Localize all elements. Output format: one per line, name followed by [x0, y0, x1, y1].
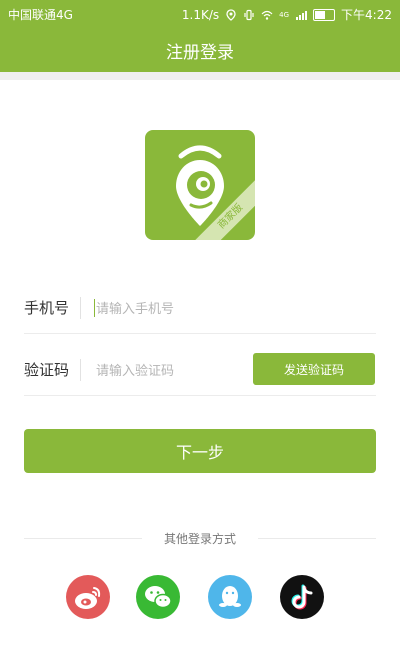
location-icon — [226, 8, 236, 21]
vibrate-icon — [244, 9, 254, 20]
page-title: 注册登录 — [166, 42, 234, 63]
code-input[interactable] — [94, 355, 258, 387]
code-divider — [80, 359, 81, 381]
network-badge: 4G — [279, 10, 290, 19]
status-bar: 中国联通4G 1.1K/s 4G 下午4:22 — [0, 0, 400, 28]
nav-bar: 注册登录 — [0, 28, 400, 72]
status-right: 1.1K/s 4G 下午4:22 — [182, 6, 392, 23]
douyin-login-button[interactable] — [280, 575, 324, 619]
qq-login-button[interactable] — [208, 575, 252, 619]
app-logo: 商家版 — [145, 130, 255, 240]
network-speed: 1.1K/s — [181, 7, 220, 22]
clock: 下午4:22 — [341, 8, 392, 22]
phone-input[interactable] — [94, 293, 258, 325]
weibo-login-button[interactable] — [66, 575, 110, 619]
weibo-icon — [75, 587, 101, 609]
text-caret — [94, 299, 95, 317]
qq-icon — [219, 586, 241, 607]
carrier-label: 中国联通4G — [8, 8, 73, 22]
wechat-login-button[interactable] — [136, 575, 180, 619]
signal-icon — [296, 10, 308, 20]
next-step-button[interactable]: 下一步 — [24, 429, 376, 473]
map-pin-eye-icon — [176, 145, 224, 226]
battery-icon — [313, 8, 336, 21]
phone-divider — [80, 297, 81, 319]
wechat-icon — [145, 586, 172, 609]
code-label: 验证码 — [24, 361, 70, 379]
phone-label: 手机号 — [24, 299, 70, 317]
douyin-icon — [291, 584, 313, 610]
wifi-icon — [261, 10, 273, 20]
other-login-label: 其他登录方式 — [163, 532, 236, 546]
send-code-button[interactable]: 发送验证码 — [253, 353, 375, 385]
header-separator — [0, 72, 400, 80]
phone-row: 手机号 — [24, 283, 376, 334]
